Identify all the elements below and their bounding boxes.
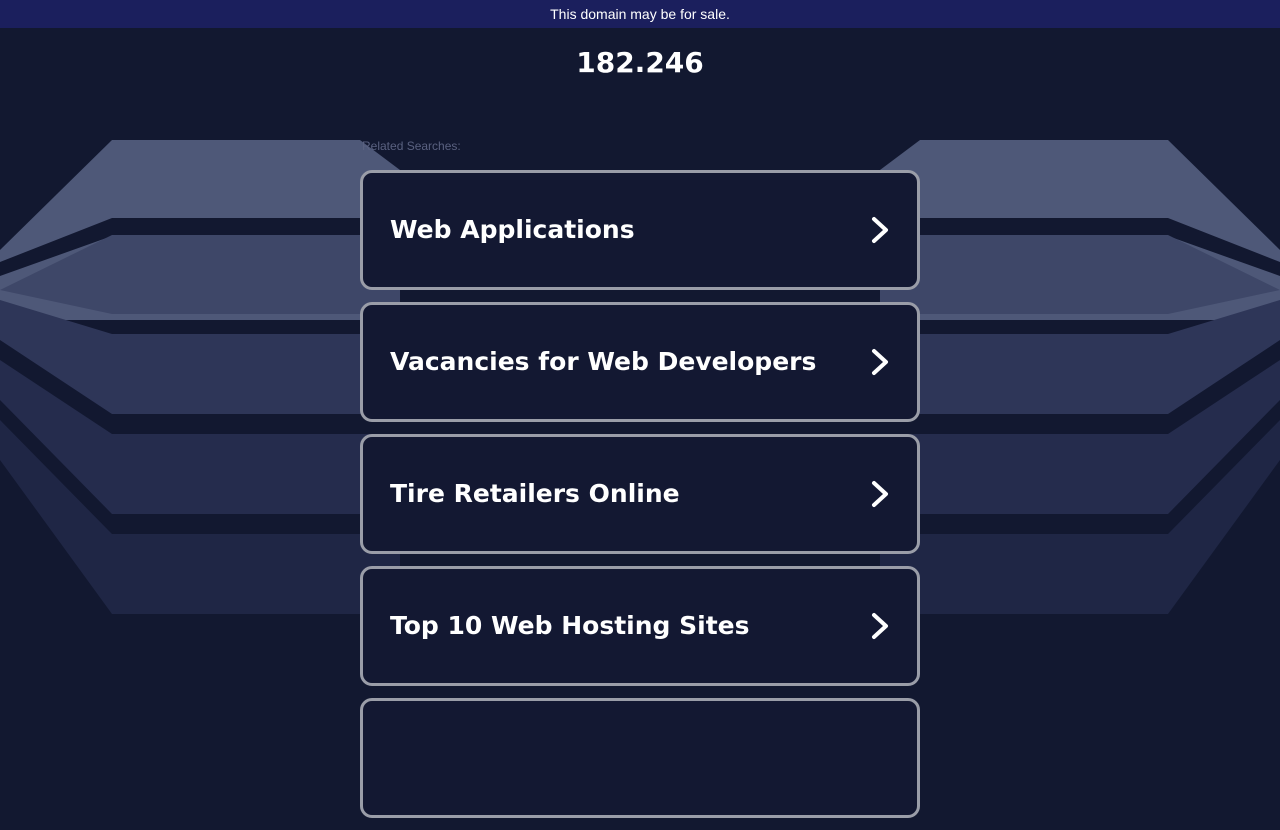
related-links-list: Web Applications Vacancies for Web Devel…	[360, 170, 920, 830]
domain-title: 182.246	[576, 46, 704, 79]
related-link-label[interactable]: Tire Retailers Online	[390, 437, 680, 551]
chevron-right-icon[interactable]	[865, 611, 895, 641]
chevron-right-icon[interactable]	[865, 215, 895, 245]
for-sale-banner-text[interactable]: This domain may be for sale.	[550, 6, 730, 22]
related-link-web-applications[interactable]: Web Applications	[360, 170, 920, 290]
related-link-tire-retailers[interactable]: Tire Retailers Online	[360, 434, 920, 554]
related-searches-label: Related Searches:	[362, 139, 461, 153]
related-link-web-hosting[interactable]: Top 10 Web Hosting Sites	[360, 566, 920, 686]
chevron-right-icon[interactable]	[865, 479, 895, 509]
related-link-label[interactable]: Web Applications	[390, 173, 635, 287]
related-link-partial[interactable]	[360, 698, 920, 818]
for-sale-banner[interactable]: This domain may be for sale.	[0, 0, 1280, 28]
related-link-label[interactable]: Top 10 Web Hosting Sites	[390, 569, 750, 683]
chevron-right-icon[interactable]	[865, 347, 895, 377]
related-link-vacancies[interactable]: Vacancies for Web Developers	[360, 302, 920, 422]
related-link-label[interactable]: Vacancies for Web Developers	[390, 305, 816, 419]
